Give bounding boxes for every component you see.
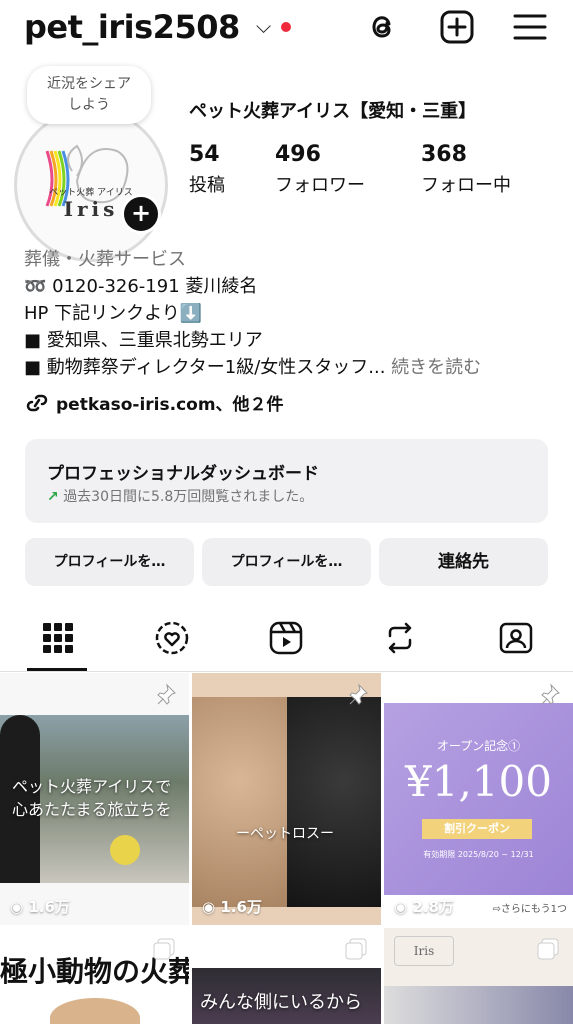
avatar-image: ペット火葬 アイリス Iris — [14, 108, 168, 262]
bio-line-2: HP 下記リンクより⬇️ — [24, 303, 203, 324]
post-tile-4[interactable]: 極小動物の火葬 — [0, 928, 189, 1024]
carousel-icon — [345, 938, 367, 960]
post-tile-6[interactable]: Iris — [384, 928, 573, 1024]
post-1-view-count: 1.6万 — [28, 898, 70, 916]
trend-up-icon: ↗ — [47, 489, 59, 505]
top-bar: pet_iris2508 ⌵ — [0, 0, 573, 58]
post-1-caption-2: 心あたたまる旅立ちを — [12, 800, 172, 819]
following-count[interactable]: 368 — [421, 142, 467, 167]
post-6-logo: Iris — [394, 936, 454, 966]
profile-avatar[interactable]: ペット火葬 アイリス Iris — [14, 108, 168, 262]
share-profile-button[interactable]: プロフィールを… — [202, 538, 371, 586]
posts-count[interactable]: 54 — [189, 142, 220, 167]
bio-line-3: ■ 愛知県、三重県北勢エリア — [24, 330, 263, 351]
link-icon — [26, 394, 48, 412]
dashboard-title: プロフェッショナルダッシュボード — [47, 464, 319, 484]
post-1-views: ◉ 1.6万 — [10, 898, 70, 916]
dashboard-subtitle-text: 過去30日間に5.8万回閲覧されました。 — [63, 489, 314, 505]
post-2-cat-left — [192, 697, 287, 907]
profile-tabs — [0, 612, 573, 670]
post-3-more-text: ⇨さらにもう1つ — [492, 904, 567, 915]
followers-count[interactable]: 496 — [275, 142, 321, 167]
professional-dashboard[interactable]: プロフェッショナルダッシュボード ↗ 過去30日間に5.8万回閲覧されました。 — [25, 439, 548, 523]
note-line-1: 近況をシェア — [47, 76, 131, 92]
post-tile-3[interactable]: オープン記念① ¥1,100 割引クーポン 有効期限 2025/8/20 ~ 1… — [384, 673, 573, 925]
tagged-icon[interactable] — [498, 620, 534, 656]
bio-line-4-text: ■ 動物葬祭ディレクター1級/女性スタッフ... — [24, 357, 386, 378]
add-story-icon[interactable]: + — [121, 194, 161, 234]
post-3-heading: オープン記念① — [436, 739, 521, 753]
edit-profile-button[interactable]: プロフィールを… — [25, 538, 194, 586]
carousel-icon — [537, 938, 559, 960]
post-2-caption: ーペットロスー — [236, 826, 334, 842]
display-name: ペット火葬アイリス【愛知・三重】 — [189, 101, 477, 122]
post-3-period: 有効期限 2025/8/20 ~ 12/31 — [423, 850, 534, 859]
post-2-views: ◉ 1.6万 — [202, 898, 262, 916]
external-link-text: petkaso-iris.com、他２件 — [56, 395, 284, 415]
menu-icon[interactable] — [513, 10, 547, 44]
note-bubble[interactable]: 近況をシェア しよう — [27, 66, 151, 124]
followers-label[interactable]: フォロワー — [275, 171, 365, 197]
posts-label[interactable]: 投稿 — [189, 171, 225, 197]
reels-heart-icon[interactable] — [154, 620, 190, 656]
username-title[interactable]: pet_iris2508 — [24, 8, 240, 46]
post-3-views: ◉ 2.8万 — [394, 898, 454, 916]
read-more-link[interactable]: 続きを読む — [391, 357, 481, 378]
notification-dot — [281, 22, 291, 32]
category-label: 葬儀・火葬サービス — [24, 249, 186, 270]
post-3-badge: 割引クーポン — [422, 819, 532, 839]
plus-square-icon[interactable] — [440, 10, 474, 44]
post-1-flowers — [110, 835, 140, 865]
grid-icon[interactable] — [40, 620, 76, 656]
grid-divider — [0, 671, 573, 672]
external-link[interactable]: petkaso-iris.com、他２件 — [24, 392, 284, 419]
reposts-icon[interactable] — [382, 620, 418, 656]
post-3-view-count: 2.8万 — [412, 898, 454, 916]
dashboard-subtitle: ↗ 過去30日間に5.8万回閲覧されました。 — [47, 486, 313, 506]
carousel-icon — [153, 938, 175, 960]
post-tile-2[interactable]: ーペットロスー ◉ 1.6万 — [192, 673, 381, 925]
bio-line-4: ■ 動物葬祭ディレクター1級/女性スタッフ... 続きを読む — [24, 354, 481, 381]
post-6-photo — [384, 986, 573, 1024]
contact-button[interactable]: 連絡先 — [379, 538, 548, 586]
reels-icon[interactable] — [268, 620, 304, 656]
post-2-view-count: 1.6万 — [220, 898, 262, 916]
pin-icon — [349, 683, 368, 705]
post-1-caption-1: ペット火葬アイリスで — [12, 777, 172, 796]
post-tile-5[interactable]: みんな側にいるから — [192, 928, 381, 1024]
threads-icon[interactable] — [365, 10, 399, 44]
post-3-price: ¥1,100 — [405, 757, 552, 806]
chevron-down-icon[interactable]: ⌵ — [256, 14, 271, 38]
note-line-2: しよう — [68, 97, 110, 113]
bio-line-1: ➿ 0120-326-191 菱川綾名 — [24, 276, 258, 297]
post-tile-1[interactable]: ペット火葬アイリスで 心あたたまる旅立ちを ◉ 1.6万 — [0, 673, 189, 925]
pin-icon — [541, 683, 560, 705]
post-4-photo — [50, 998, 140, 1024]
following-label[interactable]: フォロー中 — [421, 171, 511, 197]
pin-icon — [157, 683, 176, 705]
post-5-caption: みんな側にいるから — [200, 992, 362, 1013]
post-2-cat-right — [287, 697, 381, 907]
